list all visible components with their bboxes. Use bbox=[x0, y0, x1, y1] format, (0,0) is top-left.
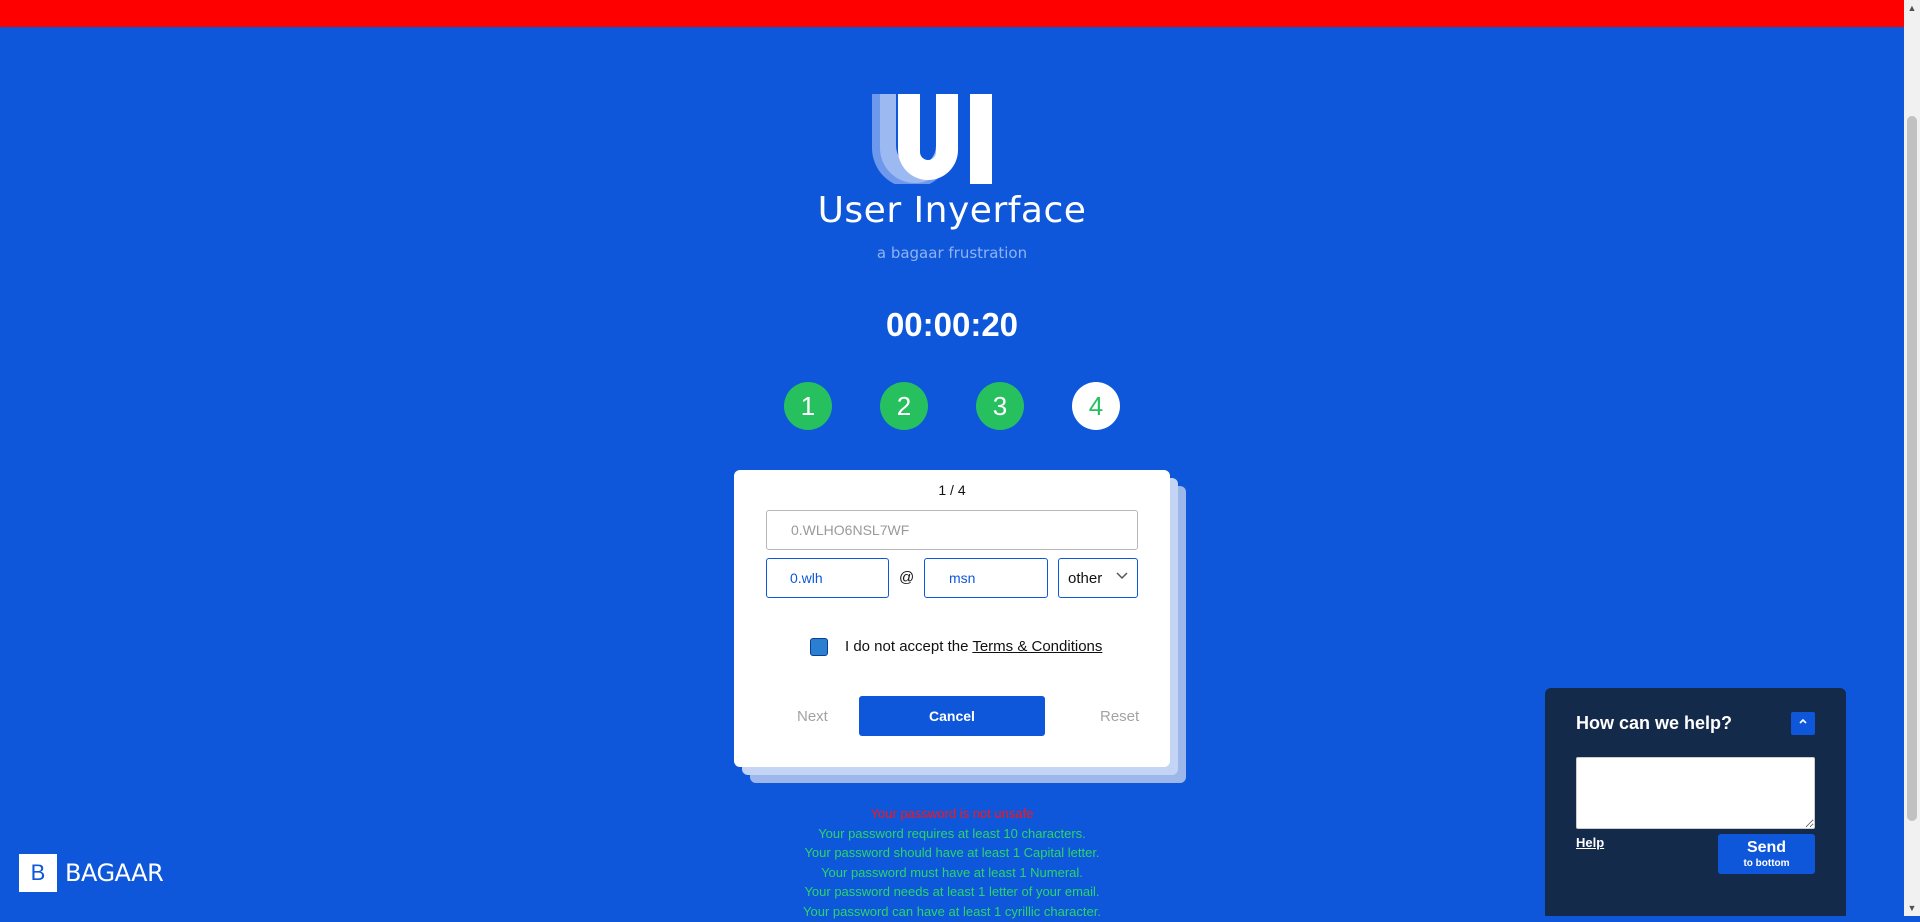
email-user-field[interactable] bbox=[766, 558, 889, 598]
scroll-down-arrow-icon[interactable]: ▼ bbox=[1904, 900, 1920, 916]
page-scrollbar[interactable]: ▲ ▼ bbox=[1904, 0, 1920, 916]
tld-dropdown[interactable]: other bbox=[1058, 558, 1138, 598]
app-subtitle: a bagaar frustration bbox=[876, 244, 1028, 262]
help-link[interactable]: Help bbox=[1576, 835, 1604, 850]
terms-link[interactable]: Terms & Conditions bbox=[972, 638, 1102, 655]
step-4: 4 bbox=[1072, 382, 1120, 430]
step-3: 3 bbox=[976, 382, 1024, 430]
cancel-button[interactable]: Cancel bbox=[859, 696, 1045, 736]
bagaar-name: BAGAAR bbox=[65, 859, 164, 887]
terms-label-text: I do not accept the bbox=[845, 638, 969, 655]
step-indicator: 1 2 3 4 bbox=[784, 382, 1120, 430]
login-card: 1 / 4 @ other I do not accept the Terms … bbox=[734, 470, 1170, 767]
help-widget: How can we help? Help Send to bottom bbox=[1545, 688, 1846, 916]
chevron-up-icon[interactable] bbox=[1791, 712, 1815, 735]
scrollbar-thumb[interactable] bbox=[1907, 116, 1917, 821]
password-field[interactable] bbox=[766, 510, 1138, 550]
step-1: 1 bbox=[784, 382, 832, 430]
scroll-up-arrow-icon[interactable]: ▲ bbox=[1904, 0, 1920, 16]
tld-selected-value: other bbox=[1068, 570, 1103, 587]
app-title: User Inyerface bbox=[817, 190, 1087, 231]
send-button[interactable]: Send to bottom bbox=[1718, 834, 1815, 874]
step-2: 2 bbox=[880, 382, 928, 430]
top-warning-bar bbox=[0, 0, 1904, 27]
chevron-down-icon bbox=[1115, 568, 1129, 585]
countdown-timer: 00:00:20 bbox=[885, 306, 1019, 343]
at-sign: @ bbox=[899, 569, 915, 586]
page-indicator: 1 / 4 bbox=[938, 482, 966, 498]
send-label: Send bbox=[1746, 839, 1787, 856]
help-message-input[interactable] bbox=[1576, 757, 1815, 829]
help-title: How can we help? bbox=[1576, 713, 1733, 733]
next-link[interactable]: Next bbox=[797, 708, 828, 725]
bagaar-mark: B bbox=[19, 854, 57, 892]
ui-logo bbox=[872, 94, 992, 184]
email-domain-field[interactable] bbox=[924, 558, 1048, 598]
terms-checkbox[interactable] bbox=[810, 638, 828, 656]
send-sublabel: to bottom bbox=[1743, 858, 1790, 869]
reset-link[interactable]: Reset bbox=[1100, 708, 1139, 725]
terms-label: I do not accept the Terms & Conditions bbox=[845, 638, 1102, 655]
